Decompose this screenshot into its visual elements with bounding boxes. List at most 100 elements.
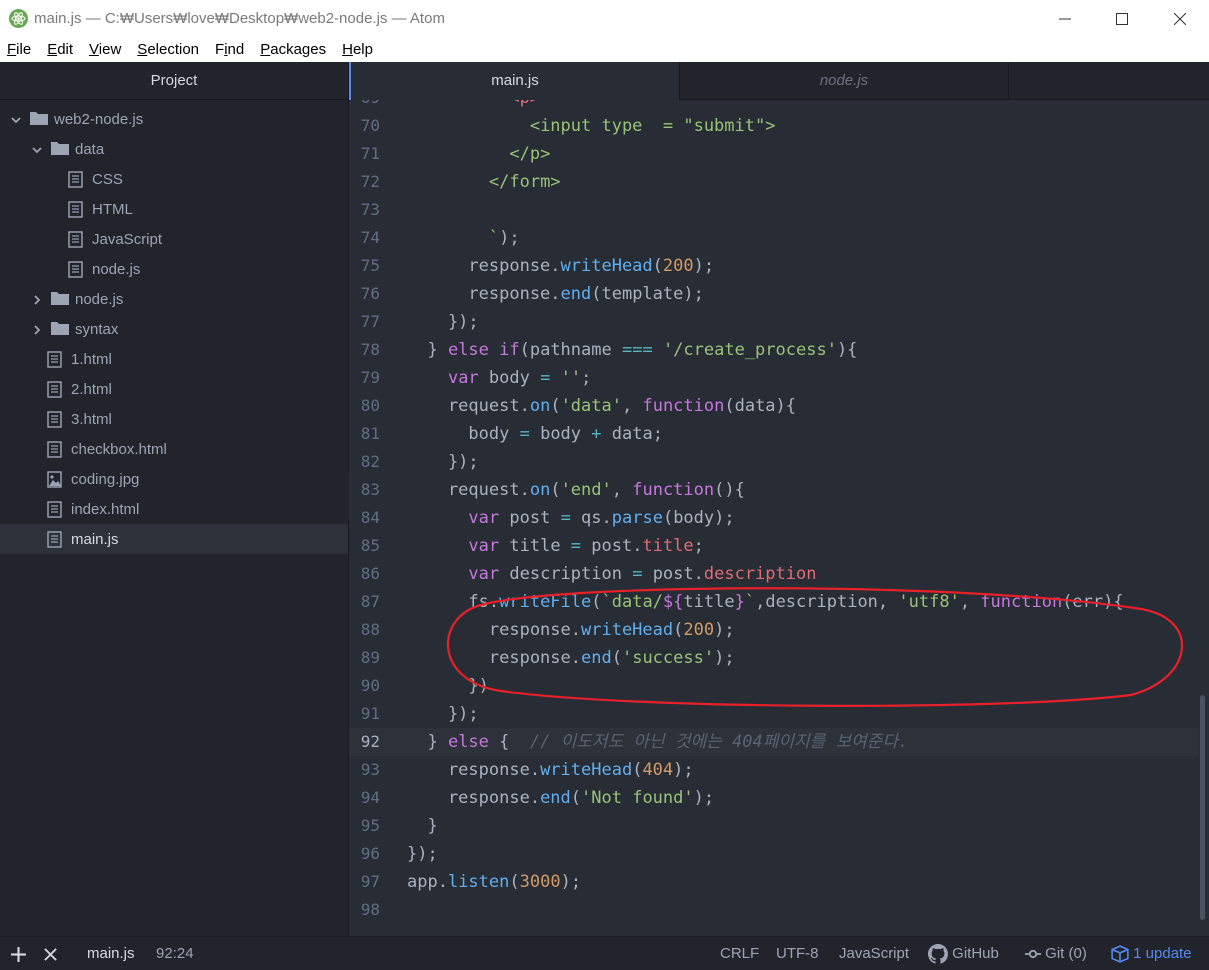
tree-item-data[interactable]: data (0, 134, 348, 164)
tree-item-1-html[interactable]: 1.html (0, 344, 348, 374)
code-text: var title = post.title; (468, 536, 704, 556)
code-text: app.listen(3000); (407, 872, 582, 892)
status-github[interactable]: GitHub (928, 937, 999, 970)
code-line[interactable]: 71 </p> (349, 140, 1199, 168)
code-line[interactable]: 82 }); (349, 448, 1199, 476)
git-commit-icon (1025, 945, 1041, 962)
line-number: 95 (360, 816, 380, 835)
file-icon (47, 381, 65, 398)
menu-item-packages[interactable]: Packages (252, 37, 334, 62)
tree-item-label: JavaScript (92, 230, 163, 248)
tree-view-header[interactable]: Project (0, 62, 348, 100)
title-bar: main.js — C:₩Users₩love₩Desktop₩web2-nod… (0, 0, 1209, 37)
code-line[interactable]: 98 (349, 896, 1199, 924)
status-grammar[interactable]: JavaScript (839, 937, 909, 970)
chevron-down-icon[interactable] (31, 143, 43, 155)
menu-item-selection[interactable]: Selection (129, 37, 207, 62)
line-number: 93 (360, 760, 380, 779)
tree-item-main-js[interactable]: main.js (0, 524, 348, 554)
tree-item-node-js[interactable]: node.js (0, 254, 348, 284)
code-line[interactable]: 83 request.on('end', function(){ (349, 476, 1199, 504)
tree-item-css[interactable]: CSS (0, 164, 348, 194)
menu-item-edit[interactable]: Edit (39, 37, 81, 62)
tree-item-label: 2.html (71, 380, 112, 398)
code-line[interactable]: 97 app.listen(3000); (349, 868, 1199, 896)
tab-main-js[interactable]: main.js (349, 62, 679, 100)
tree-item-javascript[interactable]: JavaScript (0, 224, 348, 254)
code-line[interactable]: 85 var title = post.title; (349, 532, 1199, 560)
code-line[interactable]: 95 } (349, 812, 1199, 840)
code-text: <input type = "submit"> (529, 116, 776, 136)
close-button[interactable] (1151, 0, 1209, 37)
code-line[interactable]: 76 response.end(template); (349, 280, 1199, 308)
code-line[interactable]: 96}); (349, 840, 1199, 868)
chevron-down-icon[interactable] (10, 113, 22, 125)
line-number: 79 (360, 368, 380, 387)
status-cursor-position[interactable]: 92:24 (156, 937, 194, 970)
code-line[interactable]: 84 var post = qs.parse(body); (349, 504, 1199, 532)
line-number: 73 (360, 200, 380, 219)
vertical-scrollbar[interactable] (1200, 695, 1205, 920)
code-line[interactable]: 92 } else { // 이도저도 아닌 것에는 404페이지를 보여준다. (349, 728, 1199, 756)
code-line[interactable]: 69 <p> (349, 100, 1199, 112)
line-number: 81 (360, 424, 380, 443)
status-encoding[interactable]: UTF-8 (776, 937, 819, 970)
code-line[interactable]: 86 var description = post.description (349, 560, 1199, 588)
file-icon (47, 351, 65, 368)
line-number: 88 (360, 620, 380, 639)
line-number: 72 (360, 172, 380, 191)
add-icon[interactable] (10, 937, 27, 970)
code-text: response.writeHead(200); (407, 256, 715, 276)
code-line[interactable]: 75 response.writeHead(200); (349, 252, 1199, 280)
code-text: response.end('Not found'); (407, 788, 715, 808)
code-line[interactable]: 74 `); (349, 224, 1199, 252)
code-editor[interactable]: 69 <p>70 <input type = "submit">71 </p>7… (349, 100, 1209, 936)
code-text: response.writeHead(404); (407, 760, 694, 780)
code-line[interactable]: 93 response.writeHead(404); (349, 756, 1199, 784)
menu-item-view[interactable]: View (81, 37, 129, 62)
tree-item-checkbox-html[interactable]: checkbox.html (0, 434, 348, 464)
code-line[interactable]: 72 </form> (349, 168, 1199, 196)
maximize-button[interactable] (1093, 0, 1151, 37)
atom-logo-icon (9, 9, 28, 28)
chevron-right-icon[interactable] (31, 323, 43, 335)
status-line-ending[interactable]: CRLF (720, 937, 759, 970)
status-update[interactable]: 1 update (1111, 937, 1192, 970)
tree-item-node-js[interactable]: node.js (0, 284, 348, 314)
tree-item-coding-jpg[interactable]: coding.jpg (0, 464, 348, 494)
close-icon[interactable] (43, 937, 58, 970)
line-number: 77 (360, 312, 380, 331)
code-line[interactable]: 80 request.on('data', function(data){ (349, 392, 1199, 420)
tree-item-syntax[interactable]: syntax (0, 314, 348, 344)
file-icon (47, 441, 65, 458)
tree-item-label: main.js (71, 530, 119, 548)
code-line[interactable]: 81 body = body + data; (349, 420, 1199, 448)
minimize-button[interactable] (1036, 0, 1094, 37)
code-line[interactable]: 94 response.end('Not found'); (349, 784, 1199, 812)
status-git[interactable]: Git (0) (1025, 937, 1087, 970)
code-line[interactable]: 79 var body = ''; (349, 364, 1199, 392)
tree-item-2-html[interactable]: 2.html (0, 374, 348, 404)
code-text: </p> (509, 144, 551, 164)
line-number: 78 (360, 340, 380, 359)
menu-item-find[interactable]: Find (207, 37, 252, 62)
chevron-right-icon[interactable] (31, 293, 43, 305)
line-number: 87 (360, 592, 380, 611)
menu-item-file[interactable]: File (0, 37, 39, 62)
code-line[interactable]: 77 }); (349, 308, 1199, 336)
status-file-name[interactable]: main.js (87, 937, 135, 970)
tree-item-html[interactable]: HTML (0, 194, 348, 224)
tree-item-label: coding.jpg (71, 470, 140, 488)
menu-item-help[interactable]: Help (334, 37, 381, 62)
code-text: } else if(pathname === '/create_process'… (407, 340, 858, 360)
tree-item-web2-node-js[interactable]: web2-node.js (0, 104, 348, 134)
code-text: } else { // 이도저도 아닌 것에는 404페이지를 보여준다. (407, 732, 909, 752)
code-line[interactable]: 78 } else if(pathname === '/create_proce… (349, 336, 1199, 364)
code-line[interactable]: 70 <input type = "submit"> (349, 112, 1199, 140)
file-icon (68, 231, 86, 248)
line-number: 82 (360, 452, 380, 471)
tab-node-js[interactable]: node.js (679, 62, 1009, 100)
tree-item-3-html[interactable]: 3.html (0, 404, 348, 434)
tree-item-index-html[interactable]: index.html (0, 494, 348, 524)
code-line[interactable]: 73 (349, 196, 1199, 224)
